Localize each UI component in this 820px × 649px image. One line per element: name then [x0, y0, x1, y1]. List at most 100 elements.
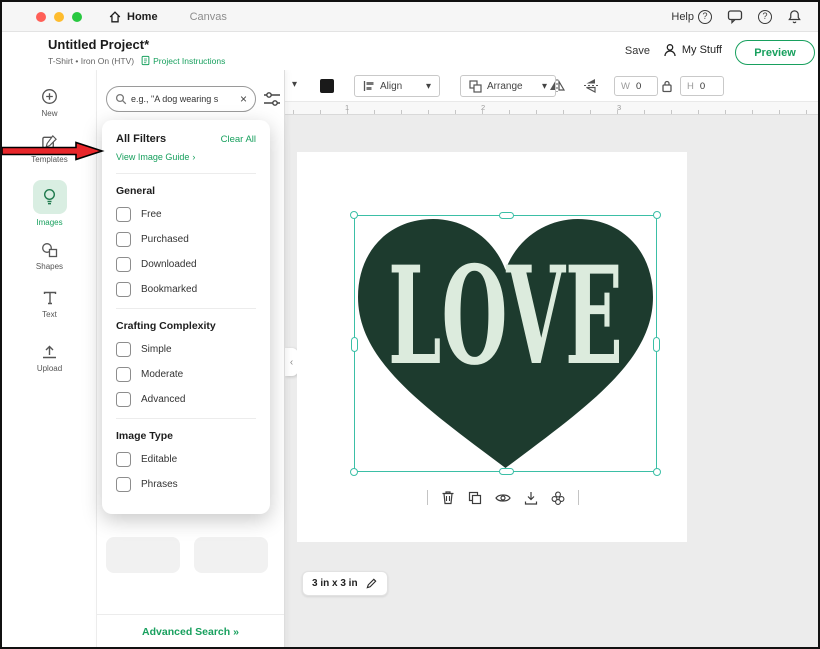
sidebar-item-shapes[interactable]: Shapes	[2, 242, 97, 271]
help-menu[interactable]: Help ?	[671, 10, 712, 24]
align-caret-icon: ▾	[426, 81, 431, 92]
sidebar-label-images: Images	[36, 218, 62, 227]
selection-handle-bottom[interactable]	[499, 468, 514, 475]
preview-label: Preview	[754, 47, 796, 59]
sidebar-item-text[interactable]: Text	[2, 290, 97, 319]
height-input[interactable]: H 0	[680, 76, 724, 96]
duplicate-icon[interactable]	[468, 491, 482, 505]
checkbox-phrases[interactable]	[116, 477, 131, 492]
edit-pencil-icon[interactable]	[365, 577, 378, 590]
clear-all-link[interactable]: Clear All	[221, 134, 256, 145]
filter-label-phrases: Phrases	[141, 479, 178, 490]
popover-divider	[116, 418, 256, 419]
sidebar-label-shapes: Shapes	[36, 262, 63, 271]
filters-sliders-icon[interactable]	[263, 91, 281, 107]
advanced-search-link[interactable]: Advanced Search »	[97, 626, 284, 638]
filter-option-downloaded[interactable]: Downloaded	[116, 257, 256, 272]
project-instructions-label: Project Instructions	[153, 56, 225, 66]
help-label: Help	[671, 11, 694, 23]
mini-toolbar-divider	[578, 490, 579, 505]
sidebar-item-upload[interactable]: Upload	[2, 344, 97, 373]
filter-section-image-type: Image Type	[116, 430, 256, 442]
width-input[interactable]: W 0	[614, 76, 658, 96]
selection-handle-top-left[interactable]	[350, 211, 358, 219]
tab-canvas[interactable]: Canvas	[190, 11, 227, 23]
checkbox-advanced[interactable]	[116, 392, 131, 407]
save-button[interactable]: Save	[625, 45, 650, 57]
love-heart-artwork[interactable]: LOVE	[355, 216, 656, 471]
filter-section-complexity: Crafting Complexity	[116, 320, 256, 332]
sidebar-label-upload: Upload	[37, 364, 62, 373]
my-stuff-button[interactable]: My Stuff	[663, 43, 722, 57]
filter-label-purchased: Purchased	[141, 234, 189, 245]
selection-handle-top[interactable]	[499, 212, 514, 219]
notifications-bell-icon[interactable]	[787, 9, 802, 24]
artboard-size-chip[interactable]: 3 in x 3 in	[302, 571, 388, 596]
artboard-size-label: 3 in x 3 in	[312, 578, 358, 589]
checkbox-free[interactable]	[116, 207, 131, 222]
person-icon	[663, 43, 677, 57]
home-icon	[108, 10, 122, 24]
sidebar-item-images[interactable]: Images	[2, 180, 97, 227]
sidebar-item-new[interactable]: New	[2, 88, 97, 118]
flip-vertical-icon[interactable]	[582, 78, 600, 93]
arrange-dropdown[interactable]: Arrange ▾	[460, 75, 556, 97]
search-input[interactable]	[131, 94, 236, 104]
traffic-lights	[36, 12, 82, 22]
project-instructions-link[interactable]: Project Instructions	[141, 55, 225, 66]
lock-icon[interactable]	[661, 79, 673, 93]
send-backward-icon[interactable]	[524, 491, 538, 505]
image-result-thumb[interactable]	[106, 537, 180, 573]
filter-option-bookmarked[interactable]: Bookmarked	[116, 282, 256, 297]
filter-option-advanced[interactable]: Advanced	[116, 392, 256, 407]
checkbox-simple[interactable]	[116, 342, 131, 357]
flip-horizontal-icon[interactable]	[548, 78, 566, 93]
feedback-chat-icon[interactable]	[727, 9, 743, 24]
filter-option-free[interactable]: Free	[116, 207, 256, 222]
whats-new-icon[interactable]: ?	[758, 10, 772, 24]
minimize-button[interactable]	[54, 12, 64, 22]
color-swatch[interactable]	[320, 79, 334, 93]
filter-option-editable[interactable]: Editable	[116, 452, 256, 467]
filter-option-phrases[interactable]: Phrases	[116, 477, 256, 492]
app-window: Home Canvas Help ? ? Untitled Project* T…	[0, 0, 820, 649]
selection-handle-bottom-left[interactable]	[350, 468, 358, 476]
weld-flatten-icon[interactable]	[551, 491, 565, 505]
image-result-thumb[interactable]	[194, 537, 268, 573]
linetype-dropdown-caret[interactable]: ▾	[292, 79, 297, 90]
filter-option-purchased[interactable]: Purchased	[116, 232, 256, 247]
selection-mini-toolbar	[427, 490, 579, 505]
filter-option-moderate[interactable]: Moderate	[116, 367, 256, 382]
checkbox-editable[interactable]	[116, 452, 131, 467]
filters-title: All Filters	[116, 133, 166, 145]
filter-label-editable: Editable	[141, 454, 177, 465]
chevron-right-icon: ›	[192, 152, 195, 162]
checkbox-purchased[interactable]	[116, 232, 131, 247]
view-image-guide-label: View Image Guide	[116, 152, 189, 162]
view-image-guide-link[interactable]: View Image Guide ›	[116, 152, 256, 162]
text-icon	[42, 290, 58, 306]
artboard[interactable]: LOVE	[297, 152, 687, 542]
delete-trash-icon[interactable]	[441, 490, 455, 505]
preview-button[interactable]: Preview	[735, 40, 815, 65]
checkbox-moderate[interactable]	[116, 367, 131, 382]
selection-handle-right[interactable]	[653, 337, 660, 352]
clear-search-icon[interactable]: ×	[240, 93, 247, 105]
selection-handle-top-right[interactable]	[653, 211, 661, 219]
project-header: Untitled Project* T-Shirt • Iron On (HTV…	[2, 32, 818, 70]
annotation-arrow	[2, 141, 105, 161]
zoom-button[interactable]	[72, 12, 82, 22]
popover-divider	[116, 308, 256, 309]
mini-toolbar-divider	[427, 490, 428, 505]
image-search-box[interactable]: ×	[106, 86, 256, 112]
hide-eye-icon[interactable]	[495, 492, 511, 504]
checkbox-bookmarked[interactable]	[116, 282, 131, 297]
selection-handle-bottom-right[interactable]	[653, 468, 661, 476]
checkbox-downloaded[interactable]	[116, 257, 131, 272]
selection-handle-left[interactable]	[351, 337, 358, 352]
selection-box[interactable]: LOVE	[354, 215, 657, 472]
filter-option-simple[interactable]: Simple	[116, 342, 256, 357]
close-button[interactable]	[36, 12, 46, 22]
tab-home[interactable]: Home	[108, 10, 158, 24]
align-dropdown[interactable]: Align ▾	[354, 75, 440, 97]
